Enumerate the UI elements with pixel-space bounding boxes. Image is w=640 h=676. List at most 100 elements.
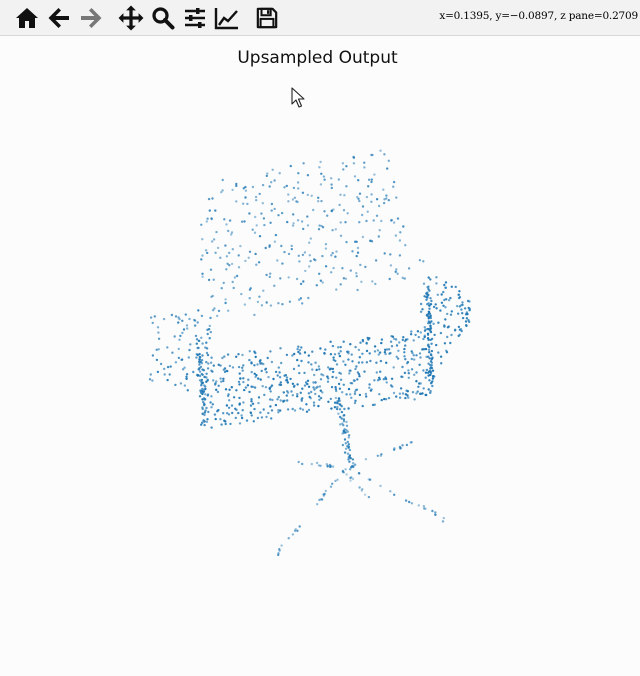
scatter-point <box>247 256 250 259</box>
scatter-point <box>436 293 439 296</box>
scatter-point <box>209 401 212 404</box>
scatter-point <box>419 302 423 306</box>
scatter-point <box>398 254 402 257</box>
scatter-point <box>231 248 234 251</box>
scatter-point <box>262 217 266 220</box>
scatter-point <box>228 251 231 255</box>
scatter-point <box>254 195 258 199</box>
scatter-point <box>341 267 344 270</box>
scatter-point <box>305 410 309 413</box>
scatter-point <box>232 286 235 290</box>
scatter-point <box>185 377 188 380</box>
scatter-point <box>235 389 238 392</box>
scatter-point <box>219 377 222 380</box>
scatter-point <box>250 370 253 374</box>
scatter-point <box>293 196 297 199</box>
scatter-point <box>261 183 265 187</box>
scatter-point <box>440 293 443 296</box>
scatter-point <box>372 219 375 222</box>
scatter-point <box>337 346 340 349</box>
move-icon <box>118 5 144 30</box>
scatter-point <box>314 392 317 396</box>
scatter-point <box>398 341 401 344</box>
forward-button[interactable] <box>76 3 106 33</box>
scatter-point <box>405 443 409 447</box>
scatter-point <box>251 402 255 405</box>
scatter-point <box>319 160 322 164</box>
home-button[interactable] <box>12 3 42 33</box>
scatter-point <box>404 338 408 341</box>
scatter-point <box>466 299 470 303</box>
scatter-point <box>266 172 269 175</box>
save-button[interactable] <box>252 3 282 33</box>
scatter-point <box>443 324 446 327</box>
scatter-point <box>466 312 469 316</box>
scatter-point <box>429 369 432 373</box>
scatter-point <box>330 254 333 257</box>
scatter-point <box>253 231 257 234</box>
scatter-point <box>280 244 283 248</box>
scatter-point <box>454 285 457 289</box>
scatter-point <box>264 368 267 371</box>
scatter-point <box>334 386 337 389</box>
scatter-point <box>250 398 253 401</box>
scatter-point <box>327 377 330 380</box>
scatter-point <box>393 447 396 450</box>
scatter-point <box>384 352 387 356</box>
scatter-point <box>343 194 346 197</box>
scatter-point <box>270 409 274 412</box>
scatter-point <box>292 186 296 190</box>
scatter-point <box>243 303 247 306</box>
scatter-point <box>201 398 204 401</box>
scatter-point <box>297 364 300 367</box>
scatter-point <box>387 199 390 202</box>
scatter-point <box>348 468 352 471</box>
scatter-point <box>457 296 461 300</box>
scatter-point <box>208 209 211 212</box>
scatter-point <box>224 244 227 247</box>
scatter-point <box>403 277 406 280</box>
scatter-point <box>287 276 290 279</box>
scatter-point <box>195 356 198 359</box>
scatter-point <box>306 224 310 227</box>
scatter-point <box>389 340 393 343</box>
scatter-point <box>282 400 285 403</box>
scatter-point <box>383 153 386 156</box>
scatter-point <box>285 379 289 382</box>
scatter-point <box>338 371 341 375</box>
scatter-point <box>330 186 333 190</box>
scatter-point <box>375 371 378 374</box>
pan-button[interactable] <box>116 3 146 33</box>
configure-subplots-button[interactable] <box>180 3 210 33</box>
scatter-point <box>320 199 323 203</box>
scatter-point <box>317 200 320 203</box>
scatter-point <box>306 193 309 197</box>
scatter-point <box>337 397 341 400</box>
zoom-button[interactable] <box>148 3 178 33</box>
scatter-point <box>358 375 361 378</box>
scatter-point <box>413 373 416 376</box>
scatter-point <box>241 409 244 412</box>
scatter-point <box>435 307 438 310</box>
plot-canvas[interactable]: Upsampled Output <box>0 37 640 676</box>
scatter-point <box>370 180 373 184</box>
back-button[interactable] <box>44 3 74 33</box>
scatter-point <box>318 368 321 371</box>
scatter-point <box>435 276 438 279</box>
scatter-point <box>399 231 402 234</box>
scatter-point <box>364 392 368 396</box>
scatter-point <box>270 360 274 364</box>
scatter-point <box>200 223 203 226</box>
scatter-point <box>295 200 298 203</box>
scatter-point <box>265 301 268 304</box>
scatter-point <box>373 350 377 353</box>
scatter-point <box>257 377 260 380</box>
scatter-point <box>312 401 316 404</box>
scatter-point <box>402 336 405 339</box>
scatter-point <box>225 268 228 271</box>
scatter-point <box>256 300 260 304</box>
scatter-point <box>261 385 264 388</box>
scatter-point <box>421 308 424 311</box>
scatter-point <box>355 272 358 275</box>
edit-axis-button[interactable] <box>212 3 242 33</box>
